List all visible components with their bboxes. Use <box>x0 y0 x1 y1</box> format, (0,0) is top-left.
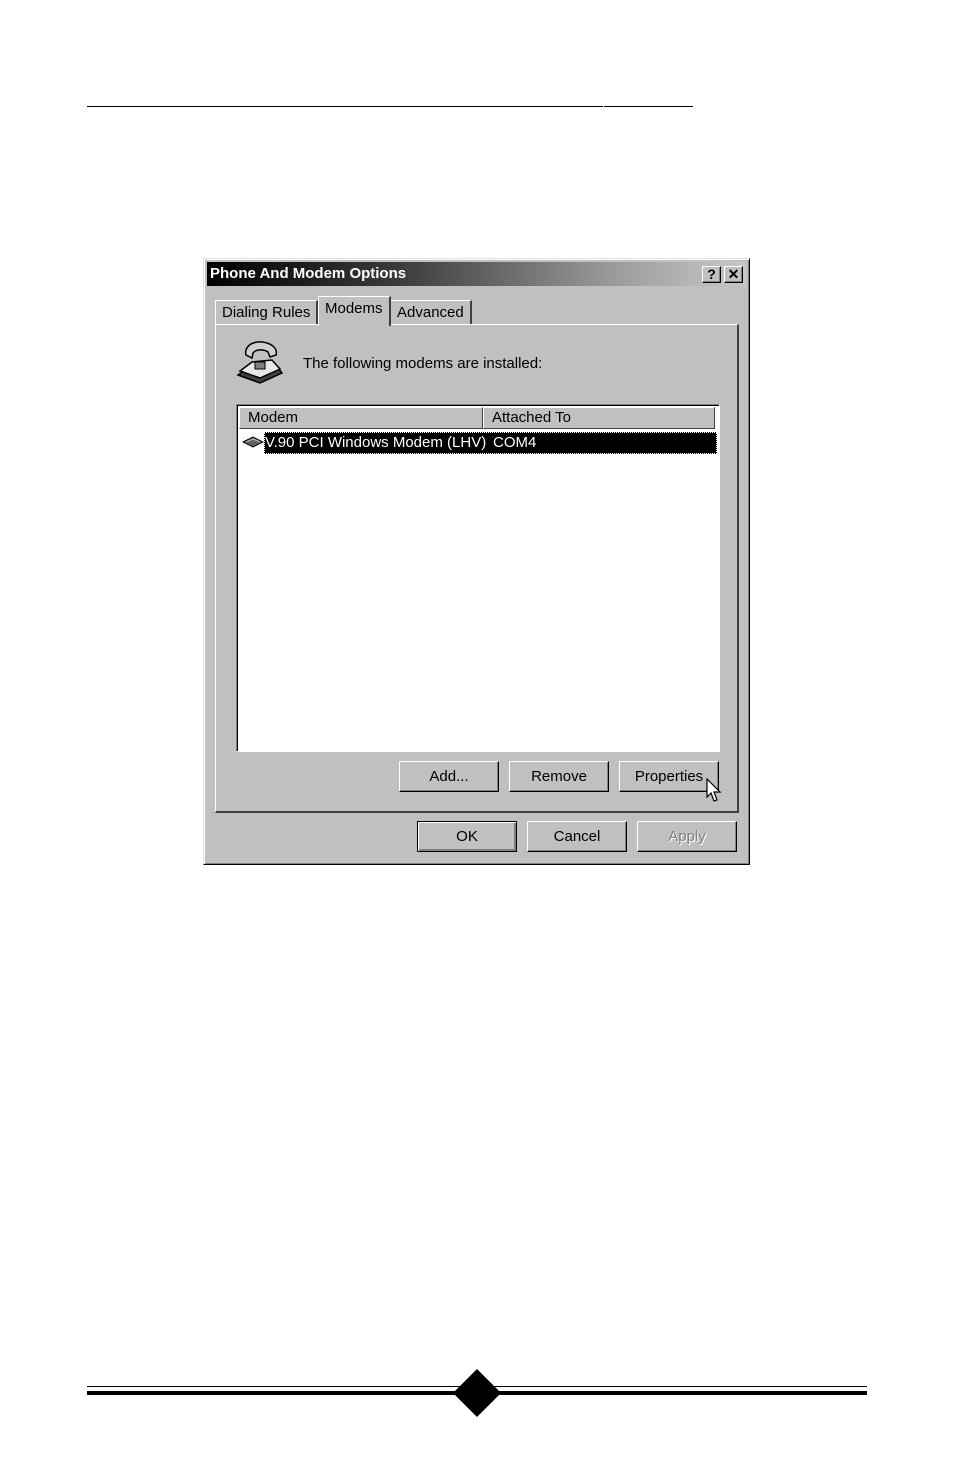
column-header-modem[interactable]: Modem <box>239 407 483 429</box>
column-header-attached-to[interactable]: Attached To <box>483 407 715 429</box>
add-button[interactable]: Add... <box>399 761 499 792</box>
ok-button[interactable]: OK <box>417 821 517 852</box>
cancel-button[interactable]: Cancel <box>527 821 627 852</box>
top-rule <box>87 106 603 107</box>
mouse-cursor-icon <box>706 778 722 802</box>
tab-advanced[interactable]: Advanced <box>390 300 472 326</box>
phone-icon <box>236 341 284 384</box>
remove-button[interactable]: Remove <box>509 761 609 792</box>
attached-to-cell: COM4 <box>493 434 537 451</box>
modems-tab-panel: The following modems are installed: Mode… <box>215 324 739 813</box>
properties-button[interactable]: Properties <box>619 761 719 792</box>
help-button[interactable]: ? <box>702 266 721 283</box>
apply-button[interactable]: Apply <box>637 821 737 852</box>
phone-and-modem-options-dialog: Phone And Modem Options ? ✕ Dialing Rule… <box>203 258 750 865</box>
installed-modems-label: The following modems are installed: <box>303 355 543 372</box>
diamond-ornament <box>452 1368 502 1418</box>
close-button[interactable]: ✕ <box>724 266 743 283</box>
modem-list[interactable]: Modem Attached To V.90 PCI Windows Modem… <box>236 404 720 752</box>
modem-name-cell: V.90 PCI Windows Modem (LHV) <box>265 434 487 451</box>
top-rule-segment <box>604 106 693 107</box>
title-bar[interactable]: Phone And Modem Options ? ✕ <box>207 262 746 286</box>
tab-dialing-rules[interactable]: Dialing Rules <box>215 300 319 326</box>
modem-icon <box>242 436 264 448</box>
tab-modems[interactable]: Modems <box>318 296 391 326</box>
window-title: Phone And Modem Options <box>210 265 407 282</box>
